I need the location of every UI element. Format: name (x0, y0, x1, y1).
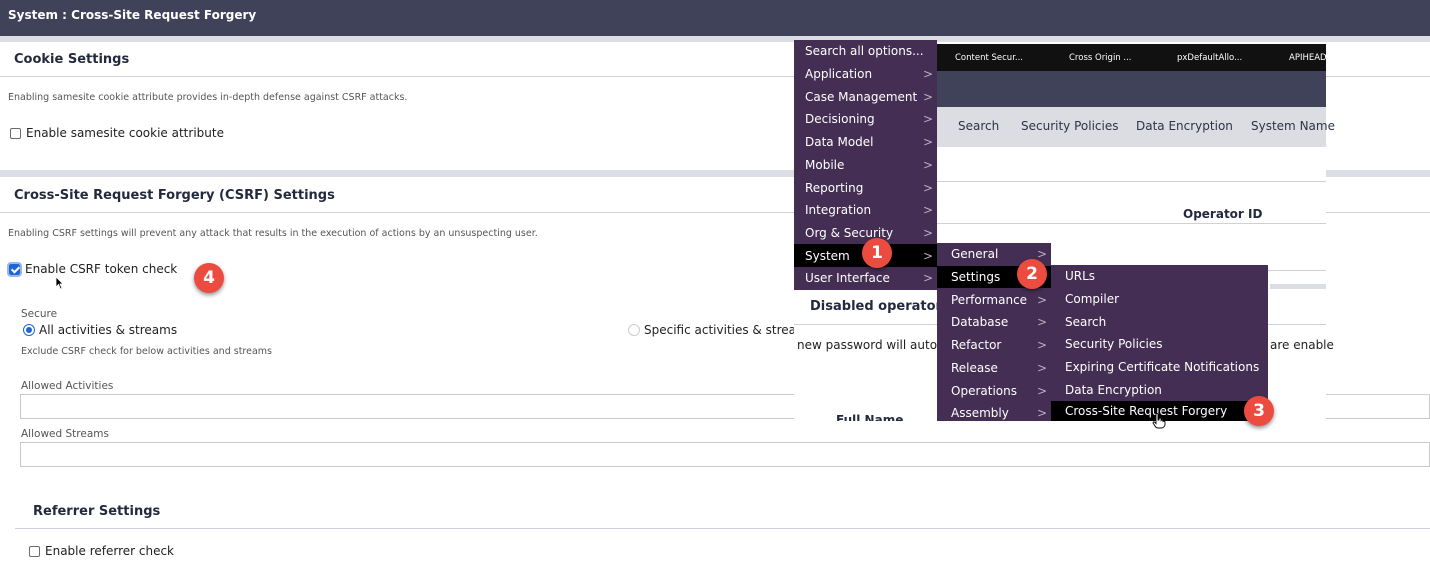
radio-all-activities-button[interactable] (23, 324, 35, 336)
menu-item-search-all-options[interactable]: Search all options... (794, 40, 937, 63)
divider (794, 324, 937, 325)
divider (1268, 324, 1326, 325)
menu-item-data-model[interactable]: Data Model > (794, 131, 937, 154)
chevron-right-icon: > (922, 67, 933, 82)
enabled-text-fragment: are enable (1270, 338, 1334, 352)
disabled-operators-heading: Disabled operators (810, 299, 950, 314)
divider (937, 223, 1326, 224)
allowed-streams-label: Allowed Streams (21, 428, 109, 440)
menu-item-expiring-certificate-notifications[interactable]: Expiring Certificate Notifications (1051, 356, 1268, 379)
divider (15, 528, 1430, 529)
menu-item-case-management[interactable]: Case Management > (794, 85, 937, 108)
chevron-right-icon: > (922, 225, 933, 240)
samesite-cookie-checkbox[interactable] (10, 127, 21, 139)
bg-tab[interactable]: Content Secur... (955, 53, 1023, 63)
background-tab-strip: Content Secur... Cross Origin ... pxDefa… (937, 44, 1327, 71)
samesite-cookie-checkbox-row[interactable]: Enable samesite cookie attribute (10, 126, 224, 140)
menu-item-decisioning[interactable]: Decisioning > (794, 108, 937, 131)
password-text-fragment: new password will autom (797, 338, 949, 352)
csrf-token-checkbox-row[interactable]: Enable CSRF token check (7, 261, 178, 277)
menu-item-org-security[interactable]: Org & Security > (794, 222, 937, 245)
chevron-right-icon: > (922, 89, 933, 104)
chevron-right-icon: > (1036, 383, 1047, 398)
menu-item-integration[interactable]: Integration > (794, 199, 937, 222)
full-name-column-fragment: Full Name (836, 413, 904, 421)
radio-specific-activities-button[interactable] (628, 324, 640, 336)
allowed-activities-label: Allowed Activities (21, 380, 114, 392)
csrf-settings-description: Enabling CSRF settings will prevent any … (8, 228, 538, 239)
chevron-right-icon: > (1036, 247, 1047, 262)
menu-item-compiler[interactable]: Compiler (1051, 288, 1268, 311)
referrer-check-checkbox[interactable] (29, 545, 40, 557)
menu-item-database[interactable]: Database > (937, 311, 1051, 334)
menu-item-user-interface[interactable]: User Interface > (794, 267, 937, 290)
referrer-check-label: Enable referrer check (45, 544, 175, 558)
settings-submenu: URLs Compiler Search Security Policies E… (1051, 265, 1268, 421)
radio-specific-activities[interactable]: Specific activities & stream (628, 323, 808, 337)
menu-item-data-encryption[interactable]: Data Encryption (1051, 379, 1268, 402)
menu-item-urls[interactable]: URLs (1051, 265, 1268, 288)
radio-specific-activities-label: Specific activities & stream (644, 323, 808, 337)
chevron-right-icon: > (1036, 315, 1047, 330)
radio-all-activities-label: All activities & streams (39, 323, 178, 337)
callout-badge-1: 1 (862, 238, 892, 268)
menu-item-security-policies[interactable]: Security Policies (1051, 333, 1268, 356)
menu-item-performance[interactable]: Performance > (937, 288, 1051, 311)
chevron-right-icon: > (922, 248, 933, 263)
cookie-settings-description: Enabling samesite cookie attribute provi… (8, 92, 408, 103)
bg-subnav-item[interactable]: Security Policies (1021, 119, 1118, 133)
background-subnav: Search Security Policies Data Encryption… (937, 107, 1335, 147)
cookie-settings-heading: Cookie Settings (14, 52, 130, 67)
menu-item-refactor[interactable]: Refactor > (937, 334, 1051, 357)
csrf-token-checkbox[interactable] (7, 261, 22, 277)
chevron-right-icon: > (922, 135, 933, 150)
divider (1326, 394, 1430, 395)
secure-label: Secure (21, 308, 58, 320)
title-bar: System : Cross-Site Request Forgery (0, 0, 1430, 36)
divider (937, 181, 1326, 182)
menu-item-operations[interactable]: Operations > (937, 379, 1051, 402)
page-title: System : Cross-Site Request Forgery (8, 8, 257, 22)
operator-id-column-header: Operator ID (1183, 207, 1263, 221)
hand-pointer-icon (1152, 413, 1166, 429)
menu-item-mobile[interactable]: Mobile > (794, 154, 937, 177)
callout-badge-4: 4 (194, 263, 224, 293)
menu-item-search[interactable]: Search (1051, 310, 1268, 333)
bg-subnav-item[interactable]: System Name (1251, 119, 1335, 133)
chevron-right-icon: > (922, 157, 933, 172)
divider-band (1270, 284, 1326, 289)
bg-tab[interactable]: APIHEAD (1289, 53, 1327, 63)
bg-subnav-item[interactable]: Search (958, 119, 999, 133)
referrer-settings-heading: Referrer Settings (33, 504, 161, 519)
chevron-right-icon: > (1036, 338, 1047, 353)
chevron-right-icon: > (1036, 360, 1047, 375)
callout-badge-3: 3 (1244, 396, 1274, 426)
csrf-token-label: Enable CSRF token check (25, 262, 178, 276)
bg-tab[interactable]: Cross Origin ... (1069, 53, 1132, 63)
chevron-right-icon: > (922, 271, 933, 286)
background-header-band (937, 71, 1326, 107)
bg-subnav-item[interactable]: Data Encryption (1136, 119, 1233, 133)
allowed-streams-input[interactable] (20, 442, 1430, 467)
bg-tab[interactable]: pxDefaultAllo... (1177, 53, 1242, 63)
samesite-cookie-label: Enable samesite cookie attribute (26, 126, 224, 140)
menu-item-assembly[interactable]: Assembly > (937, 402, 1051, 425)
menu-item-reporting[interactable]: Reporting > (794, 176, 937, 199)
chevron-right-icon: > (1036, 292, 1047, 307)
page-root: System : Cross-Site Request Forgery Cook… (0, 0, 1430, 575)
menu-item-release[interactable]: Release > (937, 357, 1051, 380)
chevron-right-icon: > (922, 112, 933, 127)
chevron-right-icon: > (922, 180, 933, 195)
callout-badge-2: 2 (1017, 259, 1047, 289)
referrer-check-checkbox-row[interactable]: Enable referrer check (29, 544, 174, 558)
mouse-pointer-icon (55, 276, 64, 290)
chevron-right-icon: > (922, 203, 933, 218)
exclude-note: Exclude CSRF check for below activities … (21, 346, 272, 357)
csrf-settings-heading: Cross-Site Request Forgery (CSRF) Settin… (14, 188, 335, 203)
chevron-right-icon: > (1036, 406, 1047, 421)
menu-item-application[interactable]: Application > (794, 63, 937, 86)
radio-all-activities[interactable]: All activities & streams (23, 323, 177, 337)
